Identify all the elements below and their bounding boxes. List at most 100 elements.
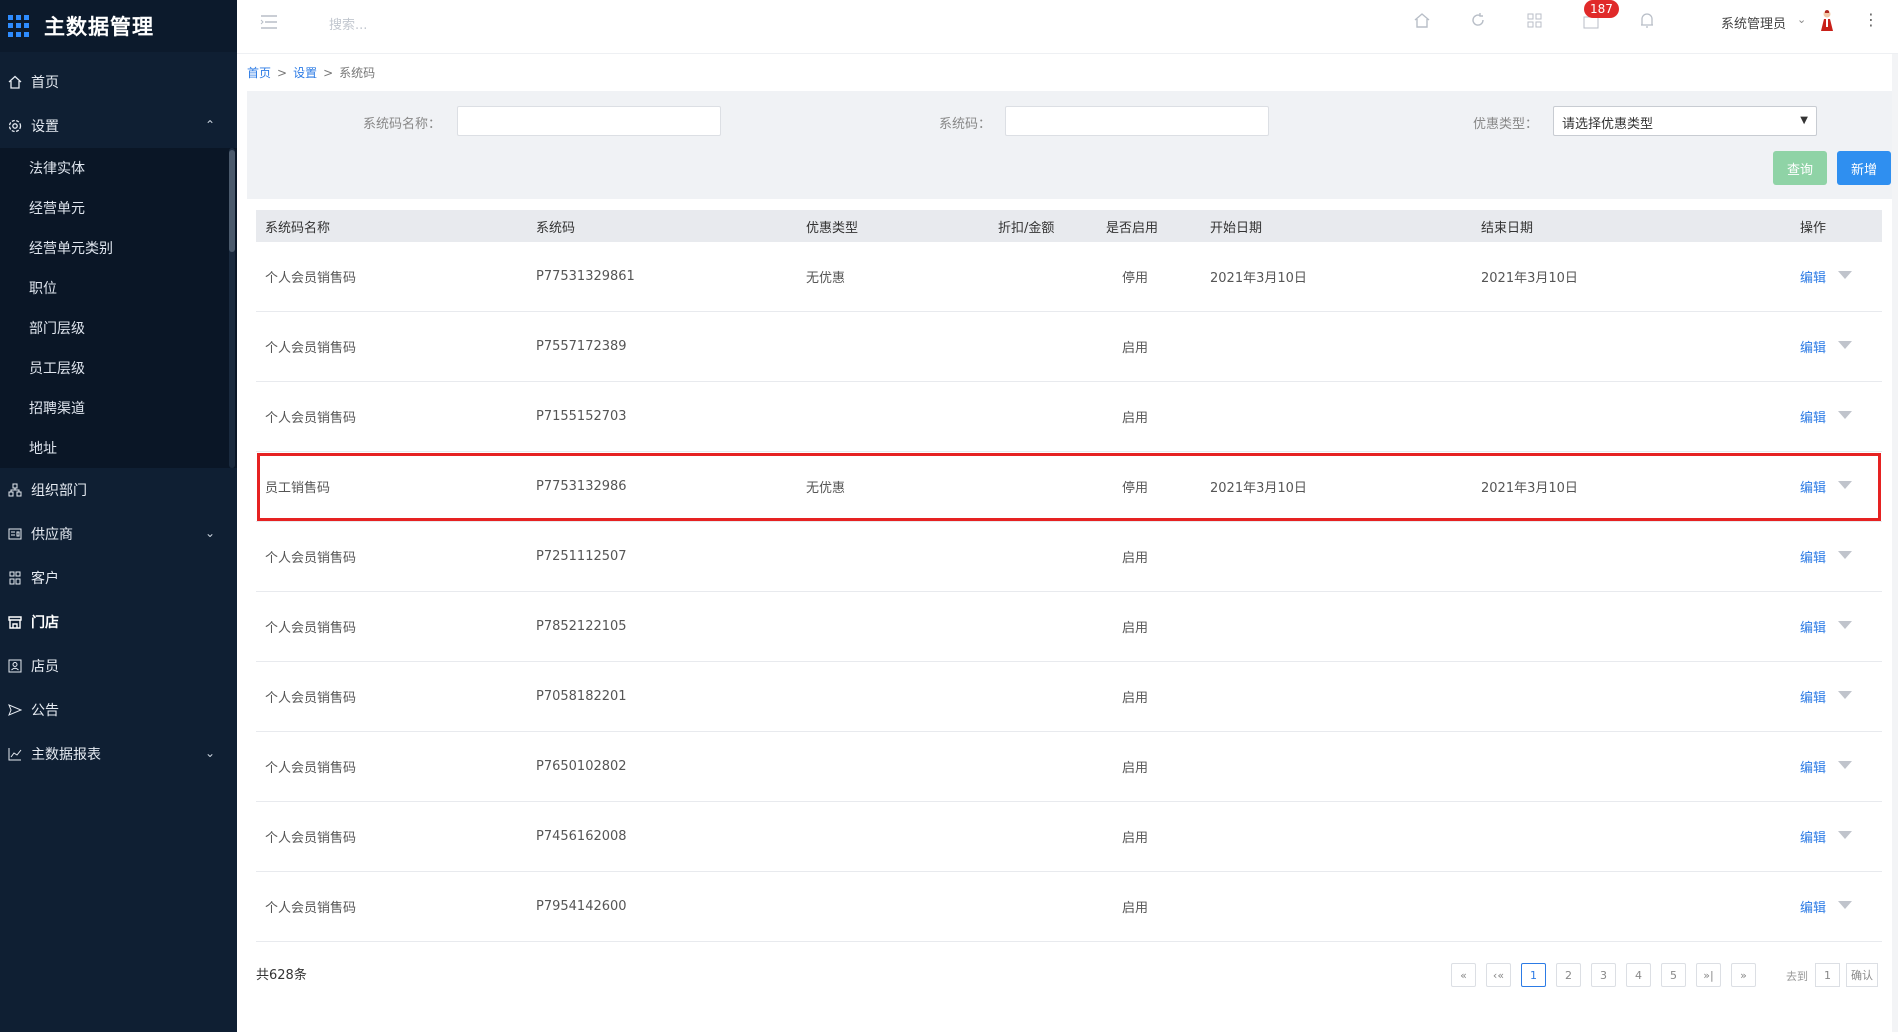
more-vertical-icon[interactable]: ⋮ xyxy=(1863,10,1879,29)
sidebar-item-store[interactable]: 门店 xyxy=(0,600,237,644)
submenu-item-business-unit[interactable]: 经营单元 xyxy=(0,188,237,228)
edit-link[interactable]: 编辑 xyxy=(1800,242,1826,311)
cell-name: 个人会员销售码 xyxy=(265,271,357,286)
edit-link[interactable]: 编辑 xyxy=(1800,662,1826,731)
sidebar-item-supplier[interactable]: 供应商 ⌄ xyxy=(0,512,237,556)
org-icon xyxy=(6,481,24,499)
row-dropdown-icon[interactable] xyxy=(1838,621,1852,629)
chevron-down-icon: ▼ xyxy=(1800,115,1808,126)
submenu-item-recruit-channel[interactable]: 招聘渠道 xyxy=(0,388,237,428)
bell-icon[interactable] xyxy=(1637,10,1657,32)
code-name-input[interactable] xyxy=(457,106,721,136)
submenu-item-department-level[interactable]: 部门层级 xyxy=(0,308,237,348)
row-dropdown-icon[interactable] xyxy=(1838,691,1852,699)
next-page-button[interactable]: »| xyxy=(1696,963,1721,987)
sidebar: 主数据管理 首页 设置 ⌃ 法律实体 经营单元 经营单元类别 职位 部门层级 员… xyxy=(0,0,237,1032)
page-button[interactable]: 3 xyxy=(1591,963,1616,987)
sidebar-item-label: 客户 xyxy=(31,571,59,587)
submenu-item-legal-entity[interactable]: 法律实体 xyxy=(0,148,237,188)
breadcrumb-home[interactable]: 首页 xyxy=(247,66,271,80)
last-page-button[interactable]: » xyxy=(1731,963,1756,987)
page-scrollbar[interactable] xyxy=(1892,54,1898,1032)
sidebar-item-clerk[interactable]: 店员 xyxy=(0,644,237,688)
submenu-item-business-unit-category[interactable]: 经营单元类别 xyxy=(0,228,237,268)
sidebar-item-notice[interactable]: 公告 xyxy=(0,688,237,732)
discount-type-select[interactable]: 请选择优惠类型 ▼ xyxy=(1553,106,1817,136)
row-dropdown-icon[interactable] xyxy=(1838,551,1852,559)
goto-confirm-button[interactable]: 确认 xyxy=(1846,963,1878,987)
sidebar-item-label: 店员 xyxy=(31,659,59,675)
goto-page-input[interactable]: 1 xyxy=(1815,963,1840,987)
search-input[interactable]: 搜索... xyxy=(329,14,367,33)
page-button[interactable]: 2 xyxy=(1556,963,1581,987)
supplier-icon xyxy=(6,525,24,543)
cell-end: 2021年3月10日 xyxy=(1481,271,1578,286)
edit-link[interactable]: 编辑 xyxy=(1800,312,1826,381)
user-name[interactable]: 系统管理员 xyxy=(1721,13,1786,32)
sidebar-item-report[interactable]: 主数据报表 ⌄ xyxy=(0,732,237,776)
code-name-label: 系统码名称： xyxy=(363,117,442,132)
row-dropdown-icon[interactable] xyxy=(1838,761,1852,769)
row-dropdown-icon[interactable] xyxy=(1838,901,1852,909)
sidebar-item-customer[interactable]: 客户 xyxy=(0,556,237,600)
sidebar-item-settings[interactable]: 设置 ⌃ xyxy=(0,104,237,148)
edit-link[interactable]: 编辑 xyxy=(1800,872,1826,941)
edit-link[interactable]: 编辑 xyxy=(1800,802,1826,871)
add-button[interactable]: 新增 xyxy=(1837,151,1891,185)
column-header: 折扣/金额 xyxy=(998,220,1055,236)
edit-link[interactable]: 编辑 xyxy=(1800,382,1826,451)
submenu-item-position[interactable]: 职位 xyxy=(0,268,237,308)
breadcrumb-settings[interactable]: 设置 xyxy=(293,66,317,80)
grid-icon[interactable] xyxy=(1525,10,1545,32)
discount-type-selected: 请选择优惠类型 xyxy=(1562,117,1654,132)
chevron-up-icon: ⌃ xyxy=(204,118,215,132)
apps-grid-icon[interactable] xyxy=(8,15,30,37)
total-count: 共628条 xyxy=(256,968,307,983)
page-button[interactable]: 5 xyxy=(1661,963,1686,987)
submenu-item-employee-level[interactable]: 员工层级 xyxy=(0,348,237,388)
cell-enabled: 启用 xyxy=(1122,761,1149,776)
sidebar-item-home[interactable]: 首页 xyxy=(0,60,237,104)
chevron-down-icon: ⌄ xyxy=(204,746,215,760)
row-dropdown-icon[interactable] xyxy=(1838,341,1852,349)
sidebar-item-label: 设置 xyxy=(31,119,59,135)
cell-enabled: 停用 xyxy=(1122,481,1149,496)
prev-page-button[interactable]: ‹« xyxy=(1486,963,1511,987)
table-row: 个人会员销售码 P7557172389 启用 编辑 xyxy=(256,312,1882,382)
row-dropdown-icon[interactable] xyxy=(1838,271,1852,279)
page-button[interactable]: 1 xyxy=(1521,963,1546,987)
page-button[interactable]: 4 xyxy=(1626,963,1651,987)
cell-start: 2021年3月10日 xyxy=(1210,271,1307,286)
edit-link[interactable]: 编辑 xyxy=(1800,732,1826,801)
chevron-down-icon[interactable]: ⌄ xyxy=(1797,13,1806,26)
table-row: 个人会员销售码 P7058182201 启用 编辑 xyxy=(256,662,1882,732)
edit-link[interactable]: 编辑 xyxy=(1800,592,1826,661)
cell-code: P77531329861 xyxy=(536,269,635,284)
row-dropdown-icon[interactable] xyxy=(1838,831,1852,839)
query-button[interactable]: 查询 xyxy=(1773,151,1827,185)
edit-link[interactable]: 编辑 xyxy=(1800,452,1826,521)
cell-code: P7155152703 xyxy=(536,409,627,424)
table-row-highlighted: 员工销售码 P7753132986 无优惠 停用 2021年3月10日 2021年3月10… xyxy=(256,452,1882,522)
filter-panel: 系统码名称： 系统码： 优惠类型： 请选择优惠类型 ▼ 查询 新增 xyxy=(247,91,1892,199)
row-dropdown-icon[interactable] xyxy=(1838,481,1852,489)
avatar[interactable] xyxy=(1819,9,1835,33)
settings-submenu: 法律实体 经营单元 经营单元类别 职位 部门层级 员工层级 招聘渠道 地址 xyxy=(0,148,237,468)
home-icon[interactable] xyxy=(1412,10,1432,32)
cell-name: 个人会员销售码 xyxy=(265,761,357,776)
submenu-scrollbar[interactable] xyxy=(229,150,235,252)
submenu-item-address[interactable]: 地址 xyxy=(0,428,237,468)
row-dropdown-icon[interactable] xyxy=(1838,411,1852,419)
notice-icon xyxy=(6,701,24,719)
topbar: 搜索... 187 系统管理员 ⌄ ⋮ xyxy=(237,0,1898,54)
app-title: 主数据管理 xyxy=(44,15,154,39)
sidebar-item-org[interactable]: 组织部门 xyxy=(0,468,237,512)
store-icon xyxy=(6,613,24,631)
code-input[interactable] xyxy=(1005,106,1269,136)
first-page-button[interactable]: « xyxy=(1451,963,1476,987)
menu-icon[interactable] xyxy=(259,12,279,32)
chart-icon xyxy=(6,745,24,763)
refresh-icon[interactable] xyxy=(1468,10,1488,32)
edit-link[interactable]: 编辑 xyxy=(1800,522,1826,591)
breadcrumb-current: 系统码 xyxy=(339,66,376,80)
